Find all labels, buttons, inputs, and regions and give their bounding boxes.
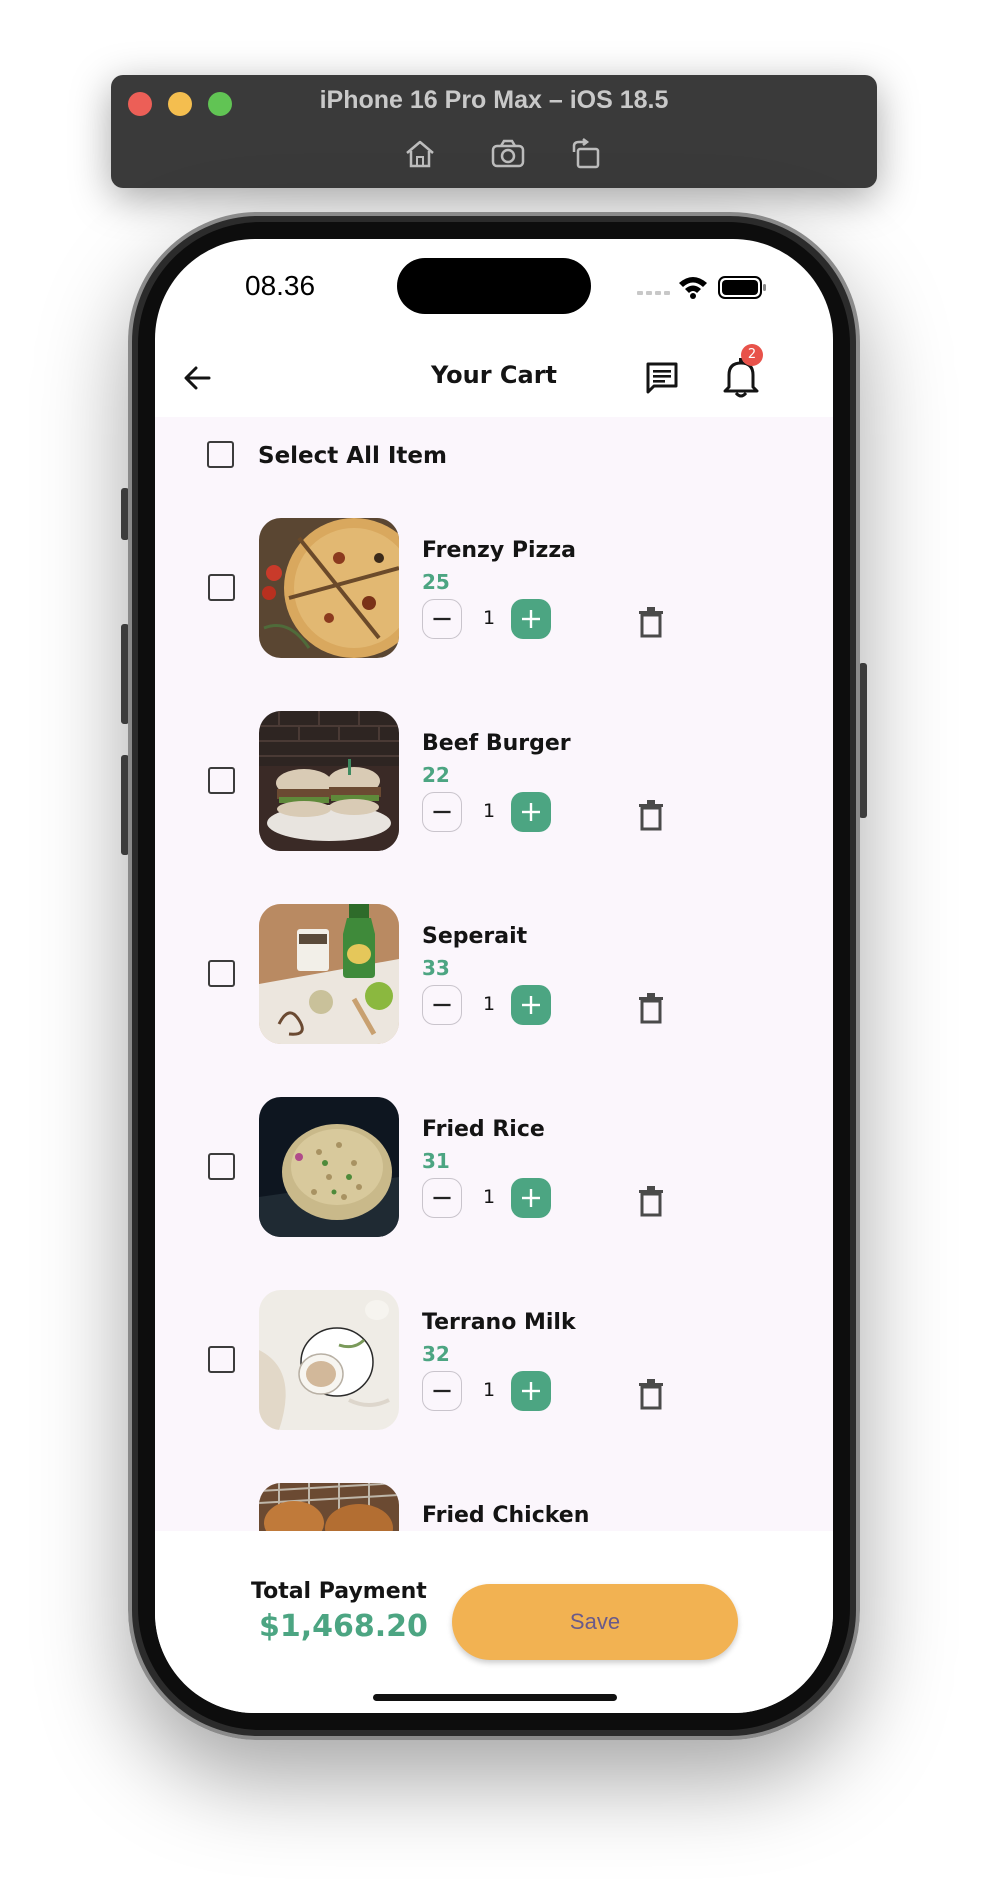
item-name: Beef Burger	[422, 731, 571, 756]
item-name: Fried Rice	[422, 1117, 545, 1142]
item-price: 32	[422, 1342, 450, 1366]
home-icon[interactable]	[403, 138, 437, 170]
app-header: Your Cart	[155, 339, 833, 417]
select-all-checkbox[interactable]	[207, 441, 234, 468]
quantity-value: 1	[482, 993, 496, 1015]
delete-icon[interactable]	[638, 1378, 664, 1410]
cart-item: Frenzy Pizza 25 1	[155, 518, 833, 668]
fried-chicken-image	[259, 1483, 399, 1531]
total-payment-label: Total Payment	[251, 1579, 427, 1604]
increase-quantity-button[interactable]	[511, 985, 551, 1025]
item-name: Fried Chicken	[422, 1503, 590, 1528]
home-indicator[interactable]	[373, 1694, 617, 1701]
screenshot-icon[interactable]	[491, 138, 525, 170]
phone-screen: 08.36 Your Cart 2 Select All Item Frenzy…	[155, 239, 833, 1713]
quantity-value: 1	[482, 607, 496, 629]
item-price: 31	[422, 1149, 450, 1173]
item-name: Terrano Milk	[422, 1310, 576, 1335]
seperait-image	[259, 904, 399, 1044]
item-name: Frenzy Pizza	[422, 538, 576, 563]
increase-quantity-button[interactable]	[511, 1178, 551, 1218]
dynamic-island	[397, 258, 591, 314]
item-checkbox[interactable]	[208, 1153, 235, 1180]
item-checkbox[interactable]	[208, 574, 235, 601]
signal-icon	[637, 291, 670, 295]
decrease-quantity-button[interactable]	[422, 1178, 462, 1218]
item-checkbox[interactable]	[208, 960, 235, 987]
fried-rice-image	[259, 1097, 399, 1237]
select-all-label: Select All Item	[258, 443, 447, 469]
increase-quantity-button[interactable]	[511, 1371, 551, 1411]
item-checkbox[interactable]	[208, 1346, 235, 1373]
checkout-footer: Total Payment $1,468.20 Save	[155, 1531, 833, 1713]
total-payment-value: $1,468.20	[259, 1609, 428, 1644]
quantity-value: 1	[482, 800, 496, 822]
item-price: 25	[422, 570, 450, 594]
delete-icon[interactable]	[638, 799, 664, 831]
cart-item: Beef Burger 22 1	[155, 711, 833, 861]
battery-icon	[718, 276, 766, 299]
delete-icon[interactable]	[638, 1185, 664, 1217]
increase-quantity-button[interactable]	[511, 599, 551, 639]
cart-list: Select All Item Frenzy Pizza 25 1 Beef B…	[155, 417, 833, 1531]
decrease-quantity-button[interactable]	[422, 599, 462, 639]
increase-quantity-button[interactable]	[511, 792, 551, 832]
simulator-title: iPhone 16 Pro Max – iOS 18.5	[319, 86, 669, 114]
delete-icon[interactable]	[638, 992, 664, 1024]
cart-item: Fried Chicken	[155, 1483, 833, 1531]
beef-burger-image	[259, 711, 399, 851]
quantity-value: 1	[482, 1379, 496, 1401]
frenzy-pizza-image	[259, 518, 399, 658]
cart-item: Seperait 33 1	[155, 904, 833, 1054]
power-button	[859, 663, 867, 818]
notification-badge: 2	[741, 344, 763, 366]
item-price: 22	[422, 763, 450, 787]
rotate-icon[interactable]	[570, 138, 604, 170]
chat-icon[interactable]	[643, 359, 681, 397]
terrano-milk-image	[259, 1290, 399, 1430]
quantity-value: 1	[482, 1186, 496, 1208]
decrease-quantity-button[interactable]	[422, 985, 462, 1025]
delete-icon[interactable]	[638, 606, 664, 638]
cart-item: Fried Rice 31 1	[155, 1097, 833, 1247]
item-checkbox[interactable]	[208, 767, 235, 794]
wifi-icon	[679, 277, 707, 299]
cart-item: Terrano Milk 32 1	[155, 1290, 833, 1440]
decrease-quantity-button[interactable]	[422, 1371, 462, 1411]
status-indicators	[637, 276, 766, 299]
item-name: Seperait	[422, 924, 528, 949]
item-price: 33	[422, 956, 450, 980]
decrease-quantity-button[interactable]	[422, 792, 462, 832]
status-time: 08.36	[245, 270, 316, 301]
save-button[interactable]: Save	[452, 1584, 738, 1660]
